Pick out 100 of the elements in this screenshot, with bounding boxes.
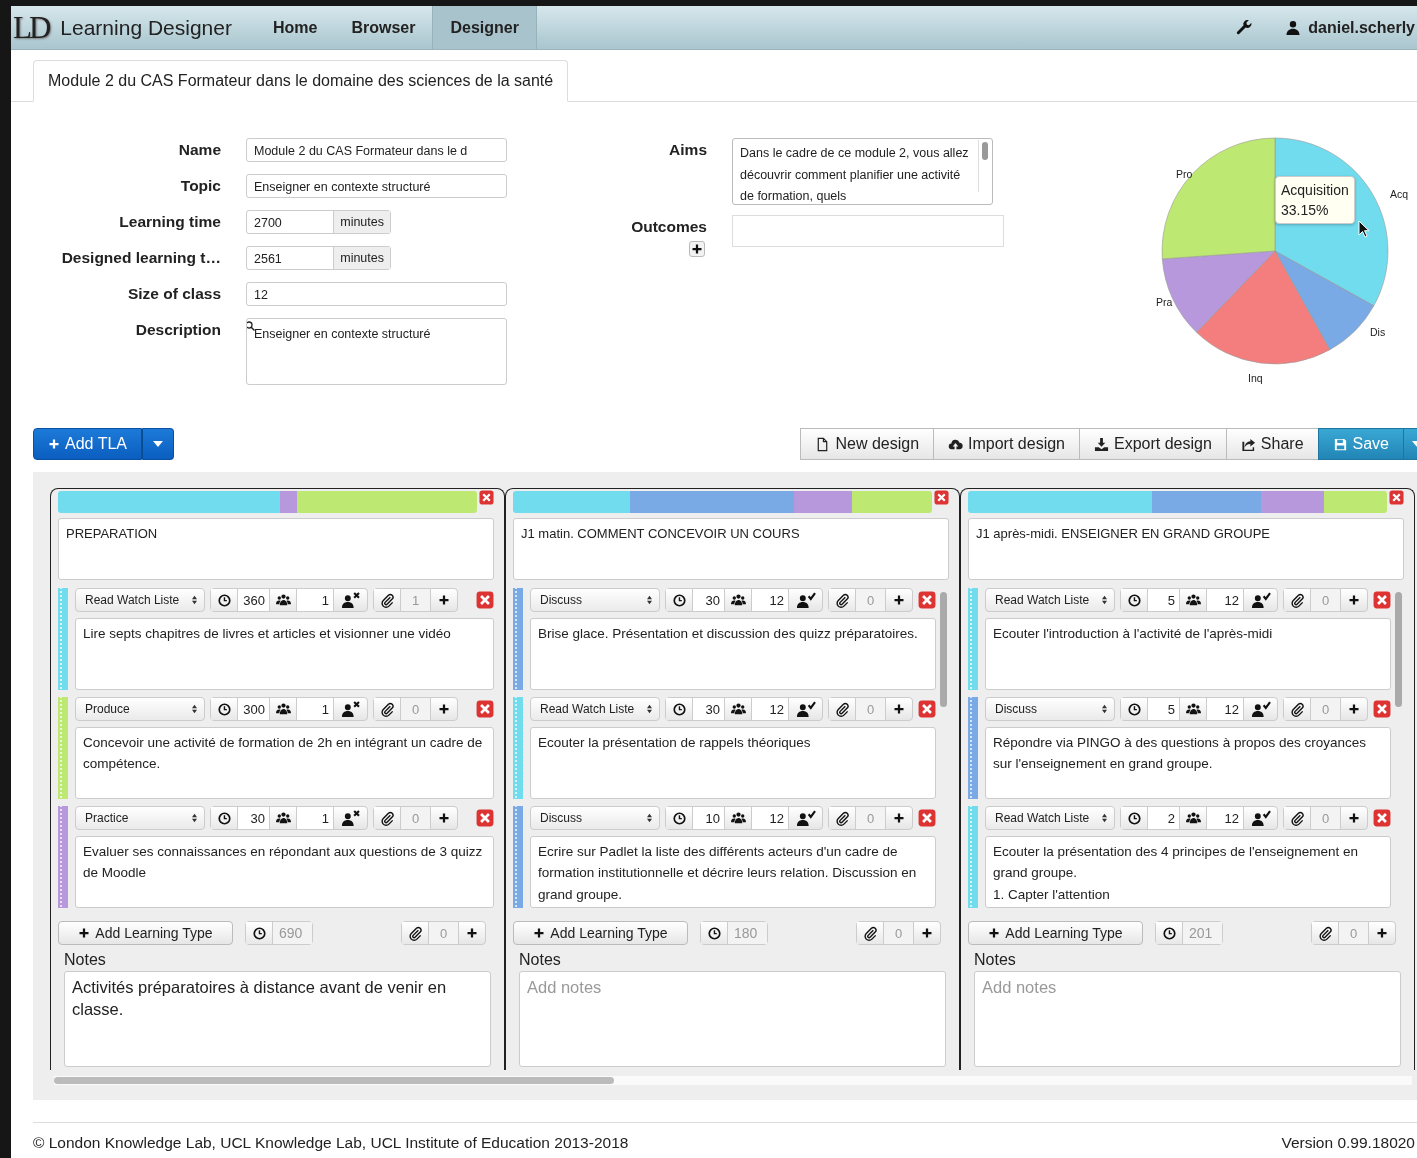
grouping-button[interactable] [1243, 697, 1278, 722]
activity-description-field[interactable]: Ecrire sur Padlet la liste des différents acteurs d'un cadre de formation institutionnelle et décrire leurs relation. Discussion en grand groupe. [530, 835, 936, 908]
delete-icon[interactable] [918, 809, 936, 828]
add-resource-button[interactable] [430, 697, 458, 722]
learning-type-select[interactable]: Discuss [985, 697, 1115, 722]
activity-description-field[interactable]: Ecouter l'introduction à l'activité de l'après-midi [985, 617, 1391, 690]
activity-description-field[interactable]: Brise glace. Présentation et discussion des quizz préparatoires. [530, 617, 936, 690]
duration-field[interactable]: 5 [1120, 697, 1180, 722]
drag-handle[interactable] [58, 806, 68, 908]
drag-handle[interactable] [968, 588, 978, 690]
notes-field[interactable]: Add notes [519, 971, 946, 1067]
add-resource-button[interactable] [913, 921, 941, 945]
minutes-field[interactable]: 2561 minutes [246, 246, 391, 270]
import-design-button[interactable]: Import design [933, 428, 1080, 460]
add-learning-type-button[interactable]: Add Learning Type [513, 921, 688, 945]
duration-field[interactable]: 30 [665, 697, 725, 722]
duration-field[interactable]: 5 [1120, 588, 1180, 613]
duration-field[interactable]: 360 [210, 588, 270, 613]
delete-icon[interactable] [476, 591, 494, 610]
minutes-field[interactable]: 2700 minutes [246, 210, 391, 234]
delete-icon[interactable] [476, 809, 494, 828]
group-size-field[interactable]: 12 [724, 806, 789, 831]
add-tla-button[interactable]: Add TLA [33, 428, 142, 460]
share-button[interactable]: Share [1225, 428, 1319, 460]
group-size-field[interactable]: 12 [1179, 588, 1244, 613]
add-learning-type-button[interactable]: Add Learning Type [58, 921, 233, 945]
grouping-button[interactable] [788, 588, 823, 613]
drag-handle[interactable] [513, 588, 523, 690]
learning-type-select[interactable]: Produce [75, 697, 205, 722]
grouping-button[interactable] [333, 697, 368, 722]
wrench-icon[interactable] [1236, 19, 1254, 36]
add-resource-button[interactable] [1340, 806, 1368, 831]
add-resource-button[interactable] [885, 588, 913, 613]
group-size-field[interactable]: 12 [1179, 697, 1244, 722]
text-field[interactable]: 12 [246, 282, 507, 306]
close-icon[interactable] [934, 490, 949, 505]
activity-description-field[interactable]: Répondre via PINGO à des questions à propos des croyances sur l'enseignement en grand groupe. [985, 726, 1391, 799]
grouping-button[interactable] [788, 806, 823, 831]
add-resource-button[interactable] [1340, 697, 1368, 722]
learning-type-select[interactable]: Discuss [530, 806, 660, 831]
scrollbar[interactable] [978, 140, 991, 192]
grouping-button[interactable] [333, 588, 368, 613]
grouping-button[interactable] [1243, 806, 1278, 831]
add-resource-button[interactable] [430, 806, 458, 831]
group-size-field[interactable]: 1 [269, 697, 334, 722]
notes-field[interactable]: Activités préparatoires à distance avant de venir en classe. [64, 971, 491, 1067]
activity-description-field[interactable]: Ecouter la présentation de rappels théoriques [530, 726, 936, 799]
drag-handle[interactable] [58, 588, 68, 690]
delete-icon[interactable] [476, 700, 494, 719]
text-field[interactable]: Enseigner en contexte structuré [246, 174, 507, 198]
group-size-field[interactable]: 1 [269, 806, 334, 831]
delete-icon[interactable] [1373, 700, 1391, 719]
drag-handle[interactable] [58, 697, 68, 799]
scrollbar[interactable] [54, 1076, 1412, 1085]
add-resource-button[interactable] [885, 806, 913, 831]
nav-tab[interactable]: Browser [334, 6, 433, 49]
grouping-button[interactable] [333, 806, 368, 831]
add-learning-type-button[interactable]: Add Learning Type [968, 921, 1143, 945]
add-resource-button[interactable] [885, 697, 913, 722]
learning-type-select[interactable]: Read Watch Liste [75, 588, 205, 613]
grouping-button[interactable] [1243, 588, 1278, 613]
drag-handle[interactable] [513, 697, 523, 799]
outcomes-field[interactable] [732, 215, 1004, 247]
duration-field[interactable]: 30 [210, 806, 270, 831]
notes-field[interactable]: Add notes [974, 971, 1401, 1067]
close-icon[interactable] [1389, 490, 1404, 505]
duration-field[interactable]: 2 [1120, 806, 1180, 831]
add-resource-button[interactable] [430, 588, 458, 613]
learning-type-select[interactable]: Discuss [530, 588, 660, 613]
delete-icon[interactable] [918, 591, 936, 610]
add-resource-button[interactable] [458, 921, 486, 945]
group-size-field[interactable]: 12 [724, 588, 789, 613]
nav-tab[interactable]: Designer [432, 6, 537, 49]
duration-field[interactable]: 300 [210, 697, 270, 722]
export-design-button[interactable]: Export design [1079, 428, 1227, 460]
drag-handle[interactable] [968, 697, 978, 799]
add-outcome-button[interactable] [689, 241, 705, 257]
text-field[interactable]: Module 2 du CAS Formateur dans le d [246, 138, 507, 162]
group-size-field[interactable]: 1 [269, 588, 334, 613]
nav-tab[interactable]: Home [255, 6, 335, 49]
activity-description-field[interactable]: Concevoir une activité de formation de 2h en intégrant un cadre de compétence. [75, 726, 494, 799]
user-menu[interactable]: daniel.scherly [1285, 18, 1415, 37]
tla-title-field[interactable]: J1 matin. COMMENT CONCEVOIR UN COURS [513, 518, 949, 580]
description-field[interactable]: Enseigner en contexte structuré [246, 318, 507, 385]
close-icon[interactable] [479, 490, 494, 505]
delete-icon[interactable] [1373, 809, 1391, 828]
dropdown-button[interactable] [141, 428, 174, 460]
add-resource-button[interactable] [1340, 588, 1368, 613]
learning-type-select[interactable]: Read Watch Liste [985, 806, 1115, 831]
learning-type-select[interactable]: Practice [75, 806, 205, 831]
learning-type-select[interactable]: Read Watch Liste [985, 588, 1115, 613]
drag-handle[interactable] [968, 806, 978, 908]
duration-field[interactable]: 30 [665, 588, 725, 613]
tla-title-field[interactable]: J1 après-midi. ENSEIGNER EN GRAND GROUPE [968, 518, 1404, 580]
group-size-field[interactable]: 12 [724, 697, 789, 722]
activity-description-field[interactable]: Evaluer ses connaissances en répondant aux questions de 3 quizz de Moodle [75, 835, 494, 908]
activity-description-field[interactable]: Ecouter la présentation des 4 principes de l'enseignement en grand groupe. 1. Capter l'attention [985, 835, 1391, 908]
learning-type-select[interactable]: Read Watch Liste [530, 697, 660, 722]
grouping-button[interactable] [788, 697, 823, 722]
new-design-button[interactable]: New design [800, 428, 935, 460]
